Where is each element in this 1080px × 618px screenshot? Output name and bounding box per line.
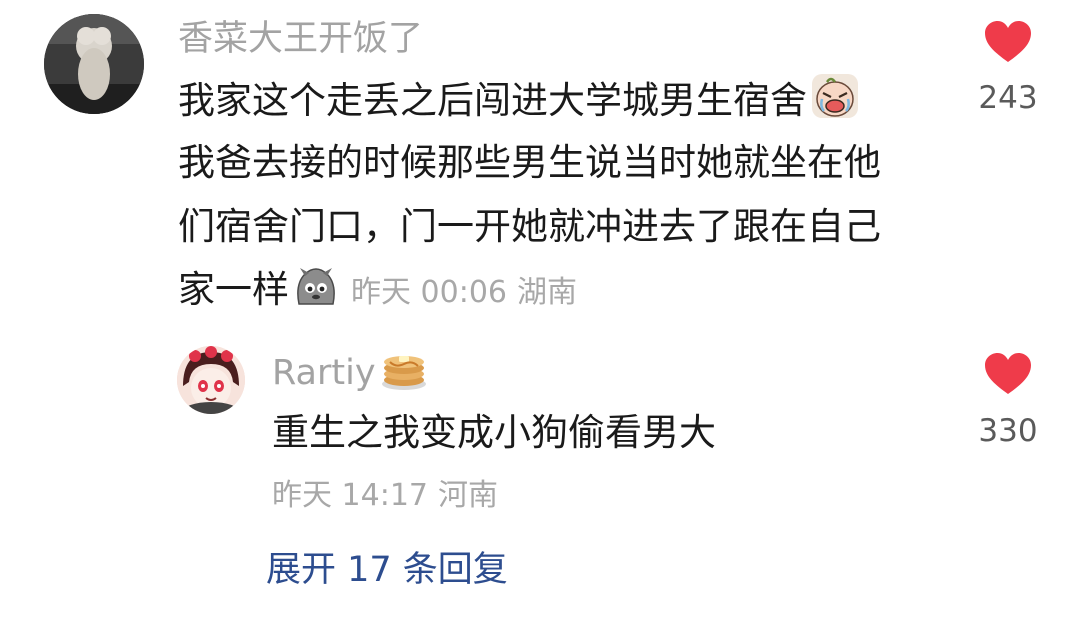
reply-text: 重生之我变成小狗偷看男大 [272,411,716,454]
comment-text-line-1: 我家这个走丢之后闯进大学城男生宿舍 [178,79,807,122]
comment-location: 湖南 [517,275,577,310]
comment-like-count: 243 [978,80,1038,116]
replier-name-row: Rartiy [272,350,428,402]
comment-last-line: 家一样 昨天 00:06 湖南 [178,264,577,321]
comment-text-line-3: 们宿舍门口，门一开她就冲进去了跟在自己 [178,205,881,248]
reply-location: 河南 [438,478,498,513]
sad-dog-emoji-icon [293,264,339,321]
reply-like-button[interactable] [984,352,1032,400]
pancake-emoji-icon [380,350,428,402]
expand-replies-link[interactable]: 展开 17 条回复 [266,549,508,591]
replier-username[interactable]: Rartiy [272,353,376,393]
commenter-username[interactable]: 香菜大王开饭了 [178,18,423,60]
crying-face-emoji-icon [811,73,859,132]
reply-like-count: 330 [978,413,1038,449]
comment-like-button[interactable] [984,20,1032,68]
comment-time: 昨天 00:06 [351,275,507,310]
heart-icon[interactable] [984,352,1032,396]
comment-text-line: 我家这个走丢之后闯进大学城男生宿舍 [178,73,859,132]
heart-icon[interactable] [984,20,1032,64]
commenter-avatar[interactable] [44,14,144,114]
comment-text-line-4: 家一样 [178,268,289,311]
comment-text-line-2: 我爸去接的时候那些男生说当时她就坐在他 [178,141,881,184]
replier-avatar[interactable] [177,346,245,414]
reply-meta: 昨天 14:17 河南 [272,478,498,514]
reply-time: 昨天 14:17 [272,478,428,513]
